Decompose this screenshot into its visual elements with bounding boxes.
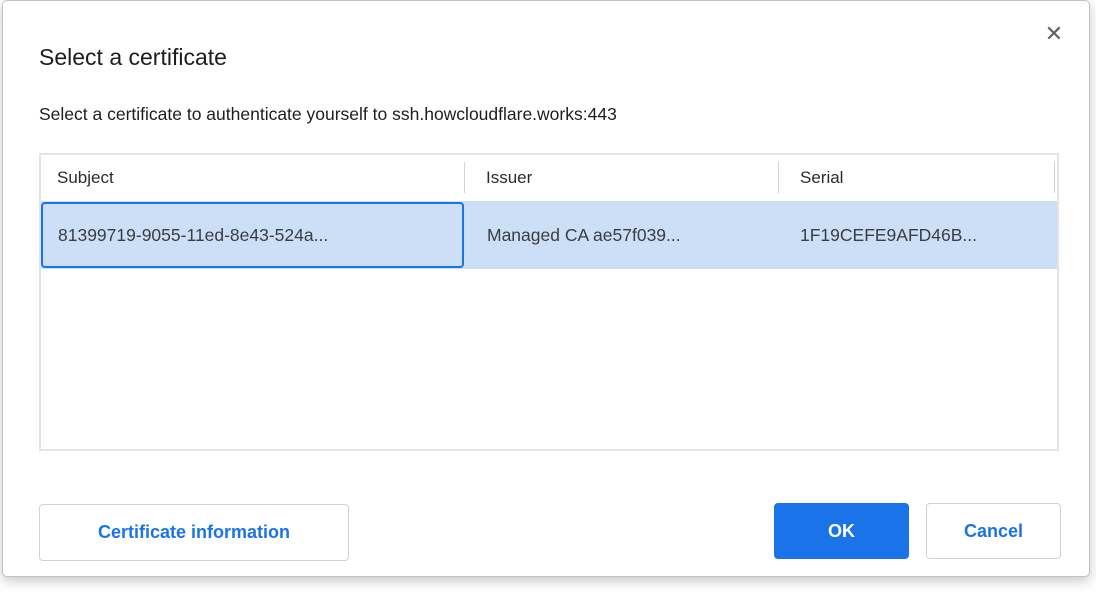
dialog-subtitle: Select a certificate to authenticate you… (39, 104, 617, 125)
certificate-information-button[interactable]: Certificate information (39, 504, 349, 561)
column-header-subject: Subject (41, 168, 464, 188)
ok-button[interactable]: OK (774, 503, 909, 559)
close-icon[interactable]: ✕ (1039, 19, 1069, 49)
column-divider (1054, 162, 1055, 193)
certificate-dialog-screen: ✕ Select a certificate Select a certific… (0, 0, 1096, 610)
certificate-table: Subject Issuer Serial 81399719-9055-11ed… (39, 153, 1059, 451)
cell-serial[interactable]: 1F19CEFE9AFD46B... (778, 201, 1057, 269)
column-header-serial: Serial (778, 168, 1057, 188)
cell-issuer[interactable]: Managed CA ae57f039... (464, 201, 778, 269)
dialog-title: Select a certificate (39, 44, 227, 71)
column-divider (464, 162, 465, 193)
cell-subject[interactable]: 81399719-9055-11ed-8e43-524a... (41, 201, 464, 269)
select-certificate-dialog: ✕ Select a certificate Select a certific… (2, 0, 1090, 577)
column-divider (778, 162, 779, 193)
certificate-row-selected[interactable]: 81399719-9055-11ed-8e43-524a... Managed … (41, 201, 1057, 269)
table-header-row: Subject Issuer Serial (41, 155, 1057, 201)
column-header-issuer: Issuer (464, 168, 778, 188)
cancel-button[interactable]: Cancel (926, 503, 1061, 559)
